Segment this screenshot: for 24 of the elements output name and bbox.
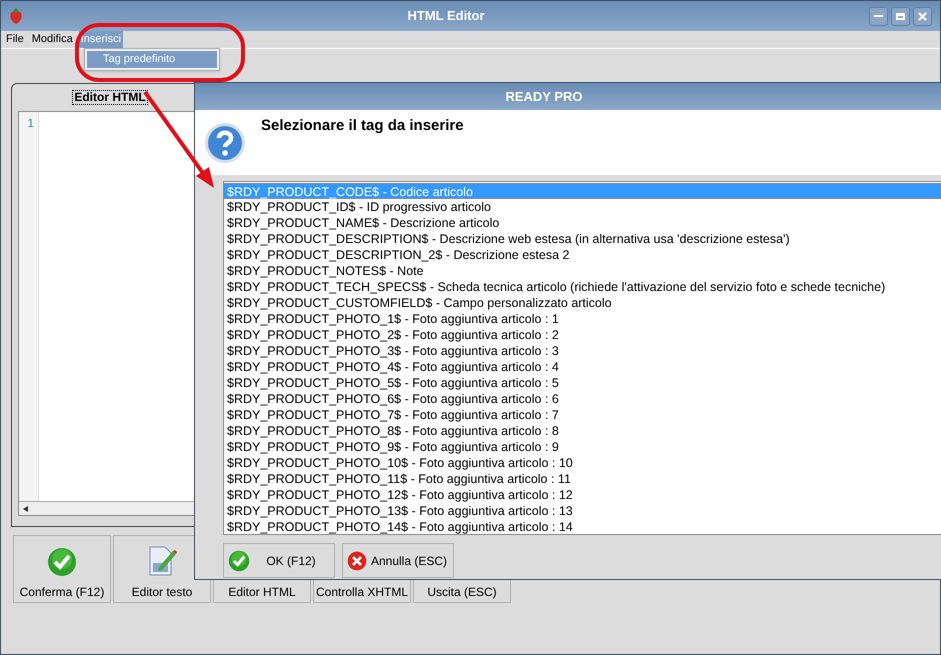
editor-tab[interactable]: Editor HTML — [72, 90, 148, 105]
scroll-left-icon[interactable] — [23, 506, 28, 512]
strawberry-icon — [9, 8, 23, 24]
question-icon — [204, 122, 246, 164]
tag-option[interactable]: $RDY_PRODUCT_PHOTO_14$ - Foto aggiuntiva articolo : 14 — [224, 519, 941, 534]
window-title: HTML Editor — [406, 7, 486, 26]
check-icon — [228, 550, 250, 572]
cancel-button[interactable]: Annulla (ESC) — [342, 543, 454, 578]
maximize-icon — [896, 12, 905, 20]
minimize-icon — [874, 15, 883, 17]
cancel-icon — [347, 550, 367, 572]
toolbar-button[interactable]: Conferma (F12) — [13, 535, 111, 603]
menu-item[interactable]: Modifica — [30, 31, 75, 48]
check-icon — [47, 547, 77, 577]
menu-item[interactable]: File — [4, 31, 26, 48]
close-button[interactable] — [913, 6, 932, 26]
maximize-button[interactable] — [891, 6, 910, 26]
tag-list[interactable] — [223, 181, 941, 535]
dialog-title: READY PRO — [505, 88, 583, 106]
line-number: 1 — [26, 115, 34, 132]
ok-button[interactable]: OK (F12) — [223, 543, 335, 578]
close-icon — [918, 12, 927, 20]
edit-document-icon — [147, 545, 177, 577]
minimize-button[interactable] — [869, 6, 888, 26]
